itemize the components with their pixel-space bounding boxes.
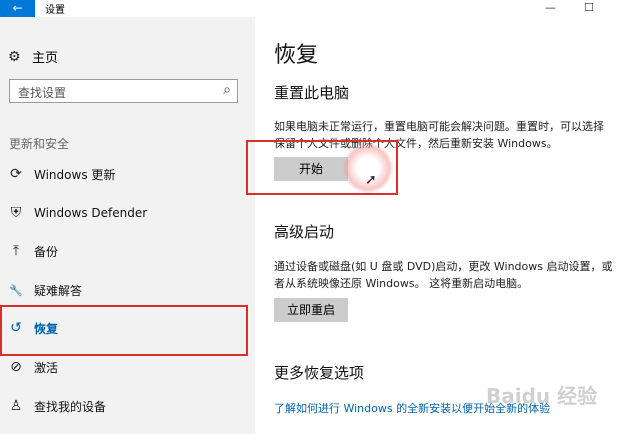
sidebar-item-activation[interactable]: ⊘ 激活 [0,352,255,382]
more-options-heading: 更多恢复选项 [274,364,365,382]
shield-icon: ⛨ [10,205,22,221]
back-button[interactable]: ← [0,0,35,17]
sidebar-home[interactable]: ⚙ 主页 [8,47,59,67]
advanced-startup-description: 通过设备或磁盘(如 U 盘或 DVD)启动，更改 Windows 启动设置，或者… [274,260,613,290]
search-placeholder: 查找设置 [18,86,67,100]
search-icon: ⌕ [223,82,231,98]
sidebar-item-troubleshoot[interactable]: 🔧 疑难解答 [0,275,255,305]
backup-arrow-icon: ⤒ [12,243,20,259]
sidebar-item-label: 备份 [34,244,59,259]
watermark: Baidu 经验 [486,384,598,408]
gear-icon: ⚙ [8,48,21,65]
home-label: 主页 [32,51,59,66]
restart-now-button[interactable]: 立即重启 [274,298,348,322]
sidebar-item-label: 激活 [34,360,59,375]
sidebar-item-windows-update[interactable]: ⟳ Windows 更新 [0,159,255,189]
sidebar-item-backup[interactable]: ⤒ 备份 [0,236,255,266]
person-location-icon: ♙ [9,398,23,414]
title-bar: ← 设置 — ☐ [0,0,620,17]
sidebar: ⚙ 主页 查找设置 ⌕ 更新和安全 ⟳ Windows 更新 ⛨ Windows… [0,17,255,434]
check-circle-icon: ⊘ [10,359,22,375]
section-title: 更新和安全 [9,137,70,151]
minimize-button[interactable]: — [545,1,556,14]
sidebar-item-label: 查找我的设备 [34,399,107,414]
sidebar-item-find-my-device[interactable]: ♙ 查找我的设备 [0,391,255,421]
highlight-box-recovery [0,305,248,356]
reset-heading: 重置此电脑 [274,84,350,102]
search-input[interactable]: 查找设置 ⌕ [9,79,238,103]
sidebar-item-label: Windows 更新 [34,167,116,182]
wrench-icon: 🔧 [9,283,23,297]
advanced-startup-heading: 高级启动 [274,223,335,241]
sidebar-item-label: Windows Defender [34,206,148,220]
back-arrow-icon: ← [12,1,23,15]
sidebar-item-label: 疑难解答 [34,283,83,298]
page-title: 恢复 [274,43,319,68]
sidebar-item-windows-defender[interactable]: ⛨ Windows Defender [0,198,255,228]
sync-icon: ⟳ [10,166,22,182]
maximize-button[interactable]: ☐ [584,1,594,14]
window-title: 设置 [45,5,65,16]
main-content: 恢复 重置此电脑 如果电脑未正常运行，重置电脑可能会解决问题。重置时，可以选择保… [255,17,620,434]
mouse-cursor-icon: ➚ [365,172,377,188]
